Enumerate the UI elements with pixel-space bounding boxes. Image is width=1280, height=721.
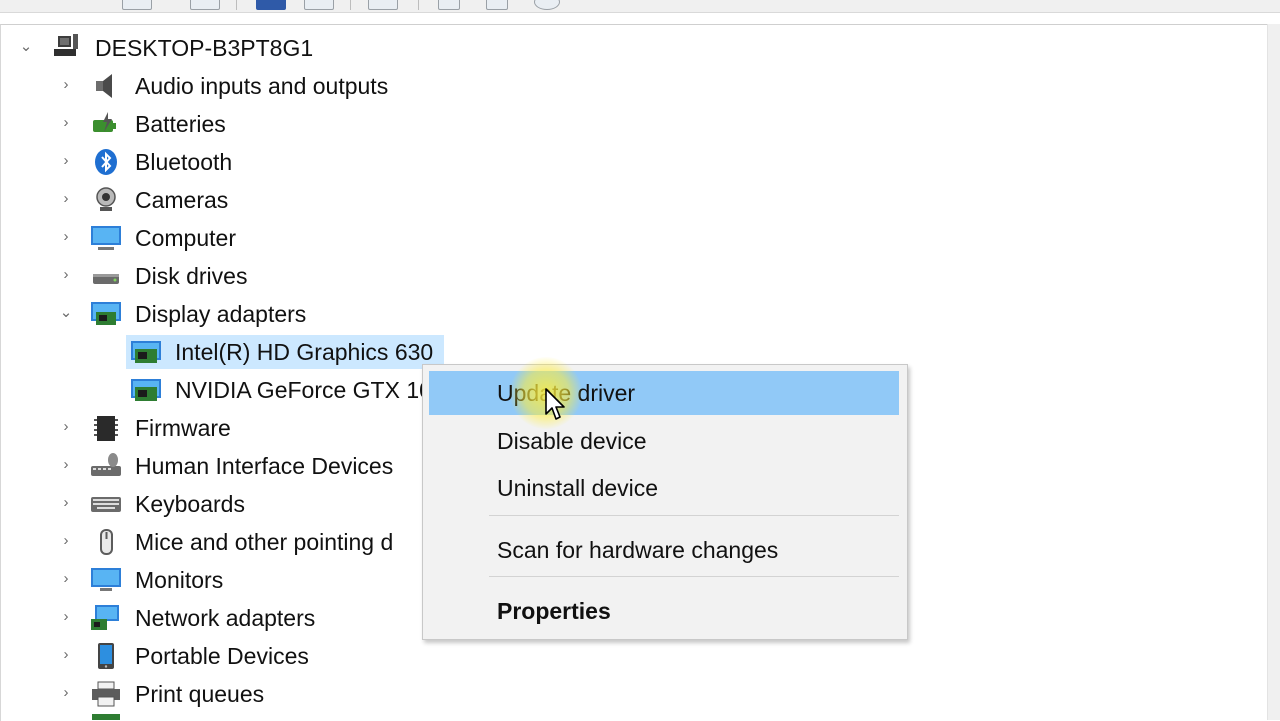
category-label: Portable Devices [135, 643, 309, 669]
chevron-right-icon[interactable]: › [58, 153, 74, 169]
toolbar-button[interactable] [438, 0, 460, 10]
device-label: Intel(R) HD Graphics 630 [175, 339, 434, 365]
chevron-right-icon[interactable]: › [58, 533, 74, 549]
category-label: Batteries [135, 111, 226, 137]
chevron-right-icon[interactable]: › [58, 609, 74, 625]
disk-drive-icon [93, 274, 119, 284]
tree-category-batteries[interactable]: › Batteries [0, 107, 900, 141]
chevron-down-icon[interactable]: ⌄ [58, 305, 74, 321]
firmware-chip-icon [94, 416, 118, 441]
chevron-right-icon[interactable]: › [58, 229, 74, 245]
network-adapter-icon [91, 605, 119, 630]
menu-item-disable-device[interactable]: Disable device [429, 419, 899, 463]
chevron-right-icon[interactable]: › [58, 267, 74, 283]
chevron-right-icon[interactable]: › [58, 419, 74, 435]
category-label: Firmware [135, 415, 231, 441]
toolbar-button[interactable] [534, 0, 560, 10]
category-label: Mice and other pointing d [135, 529, 394, 555]
category-label: Display adapters [135, 301, 307, 327]
toolbar-separator [350, 0, 351, 10]
menu-item-uninstall-device[interactable]: Uninstall device [429, 466, 899, 510]
portable-device-icon [98, 643, 114, 669]
toolbar-button[interactable] [304, 0, 334, 10]
camera-icon [96, 187, 116, 211]
monitor-icon [91, 568, 121, 591]
chevron-right-icon[interactable]: › [58, 191, 74, 207]
mouse-pointer-icon [545, 388, 565, 420]
tree-root[interactable]: ⌄ DESKTOP-B3PT8G1 [0, 31, 900, 65]
toolbar-button[interactable] [190, 0, 220, 10]
chevron-right-icon[interactable]: › [58, 115, 74, 131]
chevron-right-icon[interactable]: › [58, 495, 74, 511]
printer-icon [92, 681, 120, 707]
category-label: Monitors [135, 567, 224, 593]
toolbar-button[interactable] [122, 0, 152, 10]
category-label: Disk drives [135, 263, 248, 289]
tree-category-display-adapters[interactable]: ⌄ Display adapters [0, 297, 900, 331]
context-menu: Update driver Disable device Uninstall d… [422, 364, 908, 640]
category-label: Human Interface Devices [135, 453, 394, 479]
toolbar-button[interactable] [368, 0, 398, 10]
toolbar [0, 0, 1280, 13]
computer-root-icon [54, 34, 78, 56]
toolbar-button[interactable] [486, 0, 508, 10]
keyboard-icon [91, 497, 121, 512]
bluetooth-icon [95, 149, 117, 175]
display-adapter-icon [91, 302, 121, 325]
tree-category-bluetooth[interactable]: › Bluetooth [0, 145, 900, 179]
tree-category-cameras[interactable]: › Cameras [0, 183, 900, 217]
menu-separator [489, 576, 899, 577]
chevron-right-icon[interactable]: › [58, 571, 74, 587]
menu-item-scan-hardware[interactable]: Scan for hardware changes [429, 528, 899, 572]
tree-category-audio[interactable]: › Audio inputs and outputs [0, 69, 900, 103]
category-label: Audio inputs and outputs [135, 73, 389, 99]
toolbar-button[interactable] [256, 0, 286, 10]
menu-item-update-driver[interactable]: Update driver [429, 371, 899, 415]
mouse-icon [100, 529, 113, 555]
category-label: Bluetooth [135, 149, 233, 175]
menu-separator [489, 515, 899, 516]
category-label: Computer [135, 225, 236, 251]
tree-category-print-queues[interactable]: › Print queues [0, 677, 900, 711]
speaker-icon [96, 74, 112, 98]
category-label: Cameras [135, 187, 229, 213]
toolbar-separator [418, 0, 419, 10]
chevron-right-icon[interactable]: › [58, 77, 74, 93]
graphics-card-icon [131, 379, 161, 401]
device-label: NVIDIA GeForce GTX 10 [175, 377, 432, 403]
tree-category-disk-drives[interactable]: › Disk drives [0, 259, 900, 293]
computer-name: DESKTOP-B3PT8G1 [95, 35, 314, 61]
chevron-right-icon[interactable]: › [58, 457, 74, 473]
menu-item-properties[interactable]: Properties [429, 589, 899, 633]
hid-icon [91, 453, 121, 476]
tree-category-portable-devices[interactable]: › Portable Devices [0, 639, 900, 673]
category-label: Keyboards [135, 491, 245, 517]
next-category-icon [92, 714, 120, 720]
computer-icon [91, 226, 121, 250]
graphics-card-icon [131, 341, 161, 363]
battery-icon [93, 112, 116, 132]
expand-arrow-icon[interactable]: ⌄ [18, 39, 34, 55]
toolbar-separator [236, 0, 237, 10]
chevron-right-icon[interactable]: › [58, 685, 74, 701]
chevron-right-icon[interactable]: › [58, 647, 74, 663]
tree-category-computer[interactable]: › Computer [0, 221, 900, 255]
category-label: Print queues [135, 681, 265, 707]
scrollbar[interactable] [1267, 24, 1280, 720]
category-label: Network adapters [135, 605, 316, 631]
